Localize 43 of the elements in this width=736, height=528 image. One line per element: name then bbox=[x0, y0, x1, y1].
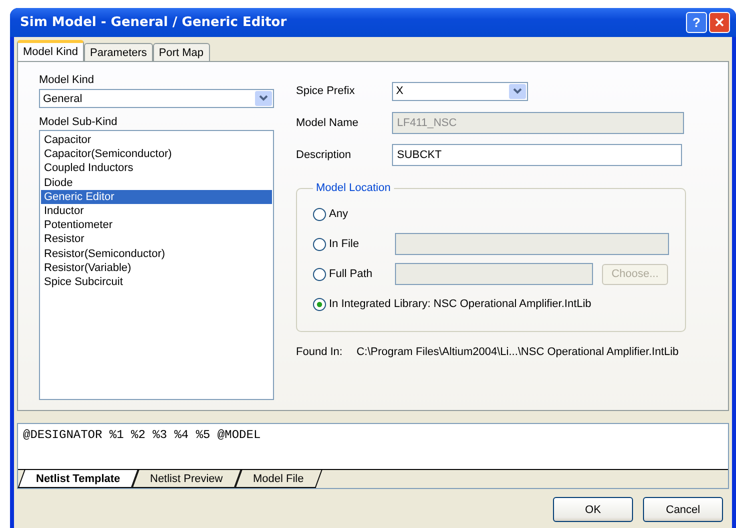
radio-icon[interactable] bbox=[313, 268, 326, 280]
input-field[interactable]: SUBCKT bbox=[392, 144, 682, 166]
list-item[interactable]: Potentiometer bbox=[41, 218, 272, 232]
found-in-path: C:\Program Files\Altium2004\Li...\NSC Operational Amplifier.IntLib bbox=[356, 346, 679, 358]
tab[interactable]: Model File bbox=[234, 470, 322, 488]
model-kind-dropdown[interactable]: General bbox=[39, 89, 274, 108]
spice-prefix-dropdown[interactable]: X bbox=[392, 82, 528, 100]
list-item[interactable]: Capacitor(Semiconductor) bbox=[41, 147, 272, 162]
list-item[interactable]: Resistor(Semiconductor) bbox=[41, 246, 272, 261]
window-title: Sim Model - General / Generic Editor bbox=[20, 15, 287, 30]
cancel-button[interactable]: Cancel bbox=[643, 497, 723, 522]
tab[interactable]: Netlist Template bbox=[18, 470, 138, 488]
ok-button[interactable]: OK bbox=[553, 497, 633, 522]
field-label: Model Sub-Kind bbox=[39, 116, 118, 128]
tab[interactable]: Port Map bbox=[152, 43, 210, 61]
list-item[interactable]: Inductor bbox=[41, 204, 272, 218]
radio-option[interactable]: Any bbox=[313, 208, 395, 220]
help-button[interactable]: ? bbox=[686, 12, 707, 33]
close-button[interactable]: ✕ bbox=[709, 12, 730, 33]
field-label: Model Kind bbox=[39, 74, 96, 86]
tab[interactable]: Netlist Preview bbox=[132, 470, 242, 488]
group-title: Model Location bbox=[315, 182, 392, 194]
tab[interactable]: Model Kind bbox=[17, 40, 84, 61]
radio-icon[interactable] bbox=[313, 238, 326, 250]
field-label: Found In: bbox=[296, 346, 342, 358]
field-label: Model Name bbox=[296, 117, 360, 129]
radio-icon[interactable] bbox=[313, 298, 326, 310]
radio-option[interactable]: Full Path bbox=[313, 268, 395, 280]
field-label: Spice Prefix bbox=[296, 85, 356, 97]
list-item[interactable]: Resistor(Variable) bbox=[41, 260, 272, 276]
list-item[interactable]: Capacitor bbox=[41, 133, 272, 148]
list-item[interactable]: Generic Editor bbox=[41, 190, 272, 204]
field-label: Description bbox=[296, 149, 352, 161]
radio-icon[interactable] bbox=[313, 208, 326, 220]
list-item[interactable]: Spice Subcircuit bbox=[41, 275, 272, 290]
list-item[interactable]: Coupled Inductors bbox=[41, 161, 272, 176]
radio-option[interactable]: In Integrated Library: NSC Operational Amplifier.IntLib bbox=[313, 298, 592, 310]
list-item[interactable]: Diode bbox=[41, 176, 272, 190]
radio-option[interactable]: In File bbox=[313, 238, 395, 250]
list-item[interactable]: Resistor bbox=[41, 232, 272, 247]
netlist-text: @DESIGNATOR %1 %2 %3 %4 %5 @MODEL bbox=[22, 427, 262, 444]
netlist-editor[interactable]: @DESIGNATOR %1 %2 %3 %4 %5 @MODEL Netlist Template Netlist Preview Model File bbox=[17, 423, 729, 489]
tab[interactable]: Parameters bbox=[84, 43, 153, 61]
